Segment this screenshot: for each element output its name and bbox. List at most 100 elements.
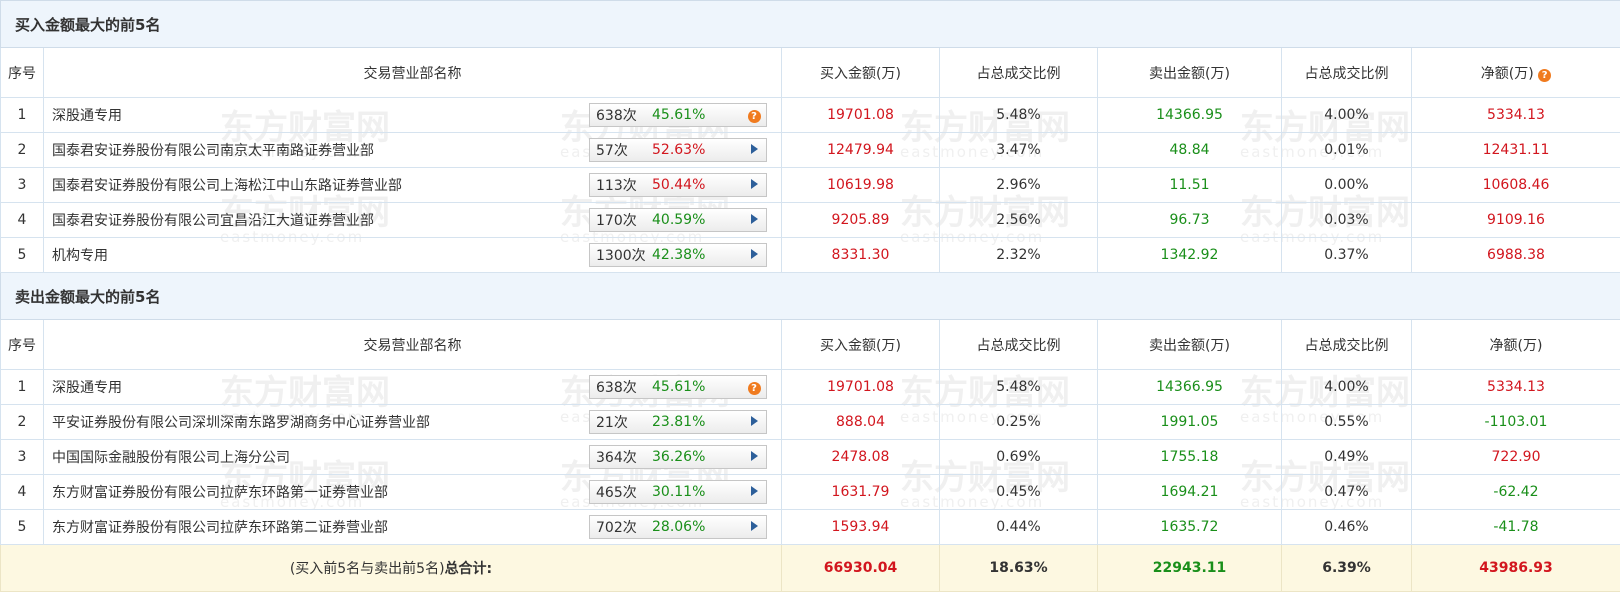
appearance-count-box[interactable]: 638次 45.61%? (589, 375, 767, 399)
question-icon[interactable]: ? (747, 110, 761, 123)
net-amount: 10608.46 (1411, 167, 1620, 203)
table-row: 3 国泰君安证券股份有限公司上海松江中山东路证券营业部 113次 50.44% 1061… (0, 167, 1620, 203)
broker-name[interactable]: 深股通专用 (52, 377, 122, 397)
appearance-count-box[interactable]: 57次 52.63% (589, 138, 767, 162)
buy-ratio: 0.45% (939, 474, 1098, 510)
broker-name[interactable]: 国泰君安证券股份有限公司宜昌沿江大道证券营业部 (52, 210, 374, 230)
appearance-count-box[interactable]: 465次 30.11% (589, 480, 767, 504)
win-rate: 23.81% (652, 414, 706, 430)
sell-amount: 1694.21 (1097, 474, 1282, 510)
net-amount: 5334.13 (1411, 369, 1620, 405)
sell-amount: 11.51 (1097, 167, 1282, 203)
buy-ratio: 0.25% (939, 404, 1098, 440)
buy-amount: 9205.89 (781, 202, 940, 238)
expand-arrow-icon[interactable] (750, 486, 758, 496)
expand-arrow-icon[interactable] (750, 144, 758, 154)
broker-name[interactable]: 平安证券股份有限公司深圳深南东路罗湖商务中心证券营业部 (52, 412, 430, 432)
buy-amount: 8331.30 (781, 237, 940, 273)
buy-ratio: 3.47% (939, 132, 1098, 168)
win-rate: 36.26% (652, 449, 706, 465)
buy-ratio: 2.96% (939, 167, 1098, 203)
expand-arrow-icon[interactable] (750, 451, 758, 461)
total-sell: 22943.11 (1097, 544, 1282, 592)
buy-ratio: 0.44% (939, 509, 1098, 545)
buy-section-title: 买入金额最大的前5名 (0, 0, 1620, 48)
buy-amount: 888.04 (781, 404, 940, 440)
question-icon[interactable]: ? (747, 382, 761, 395)
win-rate: 42.38% (652, 247, 706, 263)
row-index: 5 (0, 237, 44, 273)
appearance-count: 638次 (596, 108, 637, 124)
header-net-amount: 净额(万) (1411, 319, 1620, 370)
broker-name[interactable]: 国泰君安证券股份有限公司南京太平南路证券营业部 (52, 140, 374, 160)
header-sell-amount: 卖出金额(万) (1097, 319, 1282, 370)
buy-amount: 1593.94 (781, 509, 940, 545)
win-rate: 28.06% (652, 519, 706, 535)
net-amount: 6988.38 (1411, 237, 1620, 273)
win-rate: 52.63% (652, 142, 706, 158)
broker-name[interactable]: 机构专用 (52, 245, 108, 265)
sell-ratio: 0.55% (1281, 404, 1412, 440)
net-amount: -1103.01 (1411, 404, 1620, 440)
header-buy-ratio: 占总成交比例 (939, 319, 1098, 370)
sell-ratio: 0.49% (1281, 439, 1412, 475)
expand-arrow-icon[interactable] (750, 521, 758, 531)
buy-ratio: 0.69% (939, 439, 1098, 475)
header-buy-ratio: 占总成交比例 (939, 47, 1098, 98)
expand-arrow-icon[interactable] (750, 249, 758, 259)
total-buy: 66930.04 (781, 544, 940, 592)
broker-name[interactable]: 东方财富证券股份有限公司拉萨东环路第二证券营业部 (52, 517, 388, 537)
sell-section-title: 卖出金额最大的前5名 (0, 272, 1620, 320)
row-index: 4 (0, 474, 44, 510)
expand-arrow-icon[interactable] (750, 179, 758, 189)
win-rate: 50.44% (652, 177, 706, 193)
buy-amount: 19701.08 (781, 97, 940, 133)
appearance-count-box[interactable]: 21次 23.81% (589, 410, 767, 434)
win-rate: 45.61% (652, 107, 706, 123)
buy-amount: 1631.79 (781, 474, 940, 510)
net-amount: -41.78 (1411, 509, 1620, 545)
total-buy-ratio: 18.63% (939, 544, 1098, 592)
win-rate: 40.59% (652, 212, 706, 228)
appearance-count-box[interactable]: 702次 28.06% (589, 515, 767, 539)
broker-cell: 国泰君安证券股份有限公司南京太平南路证券营业部 57次 52.63% (43, 132, 782, 168)
appearance-count: 465次 (596, 485, 637, 501)
buy-ratio: 2.56% (939, 202, 1098, 238)
broker-name[interactable]: 中国国际金融股份有限公司上海分公司 (52, 447, 290, 467)
table-row: 1 深股通专用 638次 45.61%? 19701.08 5.48% 14366.95 4.… (0, 369, 1620, 405)
broker-cell: 中国国际金融股份有限公司上海分公司 364次 36.26% (43, 439, 782, 475)
header-index: 序号 (0, 319, 44, 370)
sell-amount: 1991.05 (1097, 404, 1282, 440)
buy-ratio: 2.32% (939, 237, 1098, 273)
broker-name[interactable]: 深股通专用 (52, 105, 122, 125)
broker-cell: 深股通专用 638次 45.61%? (43, 97, 782, 133)
sell-ratio: 0.03% (1281, 202, 1412, 238)
net-amount: 12431.11 (1411, 132, 1620, 168)
broker-name[interactable]: 国泰君安证券股份有限公司上海松江中山东路证券营业部 (52, 175, 402, 195)
sell-ratio: 0.37% (1281, 237, 1412, 273)
sell-amount: 1755.18 (1097, 439, 1282, 475)
row-index: 5 (0, 509, 44, 545)
appearance-count-box[interactable]: 1300次 42.38% (589, 243, 767, 267)
buy-header-row: 序号 交易营业部名称 买入金额(万) 占总成交比例 卖出金额(万) 占总成交比例… (0, 47, 1620, 98)
appearance-count-box[interactable]: 638次 45.61%? (589, 103, 767, 127)
broker-name[interactable]: 东方财富证券股份有限公司拉萨东环路第一证券营业部 (52, 482, 388, 502)
appearance-count: 21次 (596, 415, 628, 431)
sell-ratio: 4.00% (1281, 97, 1412, 133)
sell-ratio: 4.00% (1281, 369, 1412, 405)
broker-cell: 东方财富证券股份有限公司拉萨东环路第一证券营业部 465次 30.11% (43, 474, 782, 510)
net-amount: 722.90 (1411, 439, 1620, 475)
appearance-count: 170次 (596, 213, 637, 229)
header-sell-ratio: 占总成交比例 (1281, 319, 1412, 370)
table-row: 2 国泰君安证券股份有限公司南京太平南路证券营业部 57次 52.63% 12479.9… (0, 132, 1620, 168)
buy-amount: 12479.94 (781, 132, 940, 168)
appearance-count-box[interactable]: 113次 50.44% (589, 173, 767, 197)
appearance-count: 702次 (596, 520, 637, 536)
row-index: 3 (0, 167, 44, 203)
appearance-count-box[interactable]: 170次 40.59% (589, 208, 767, 232)
help-question-icon[interactable]: ? (1538, 68, 1552, 82)
expand-arrow-icon[interactable] (750, 416, 758, 426)
expand-arrow-icon[interactable] (750, 214, 758, 224)
row-index: 4 (0, 202, 44, 238)
appearance-count-box[interactable]: 364次 36.26% (589, 445, 767, 469)
